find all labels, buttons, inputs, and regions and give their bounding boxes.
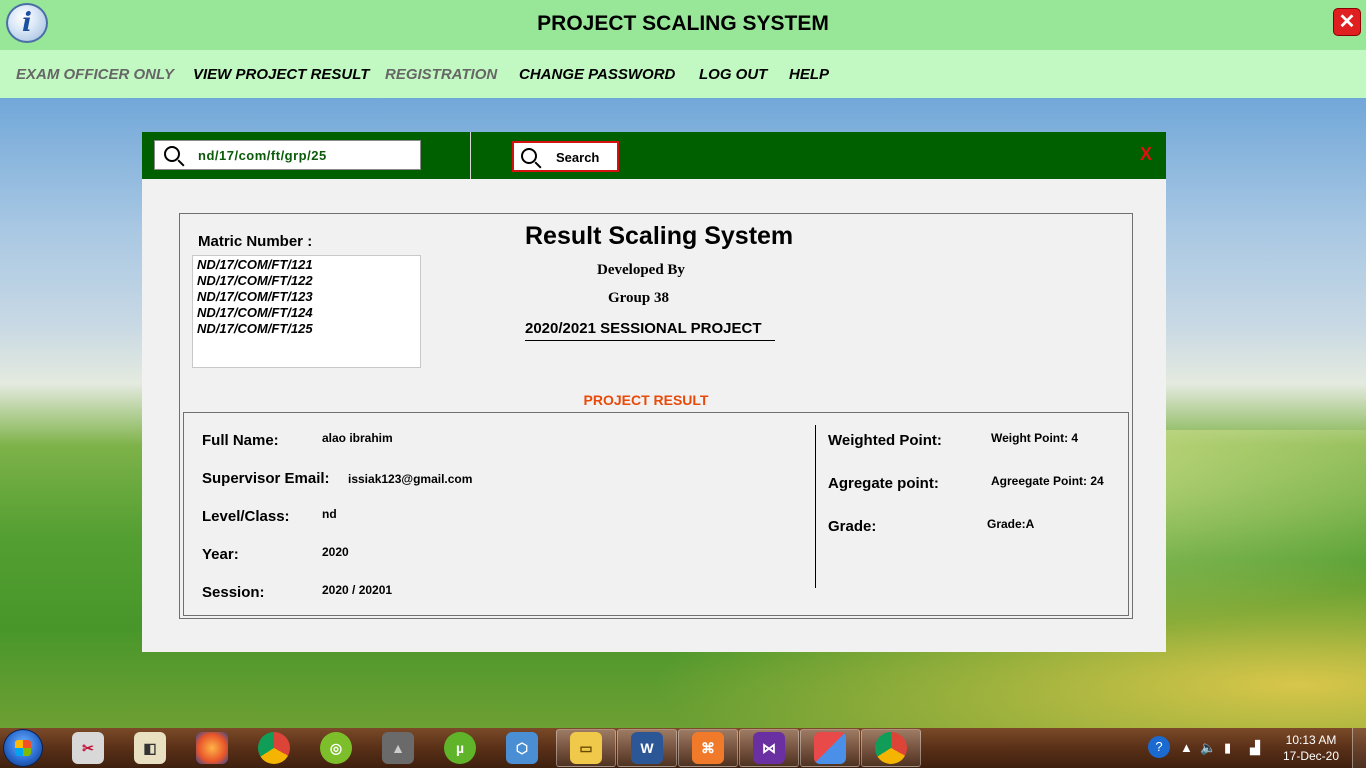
visual-studio-icon: ⋈	[753, 732, 785, 764]
project-result-heading: PROJECT RESULT	[583, 392, 709, 408]
session-value: 2020 / 20201	[322, 583, 393, 597]
search-button[interactable]: Search	[512, 141, 619, 172]
network-icon[interactable]: ▟	[1250, 740, 1260, 756]
word-icon: W	[631, 732, 663, 764]
snipping-tool-icon[interactable]: ✂	[72, 732, 104, 764]
menu-exam-officer-only[interactable]: EXAM OFFICER ONLY	[16, 66, 174, 83]
weighted-point-label: Weighted Point:	[828, 432, 942, 449]
level-class-label: Level/Class:	[202, 508, 290, 525]
start-button[interactable]	[3, 729, 43, 767]
year-label: Year:	[202, 546, 239, 563]
close-panel-button[interactable]: X	[1140, 144, 1152, 165]
list-item[interactable]: ND/17/COM/FT/122	[197, 273, 416, 289]
year-value: 2020	[322, 545, 349, 559]
grade-label: Grade:	[828, 518, 877, 535]
list-item[interactable]: ND/17/COM/FT/121	[197, 257, 416, 273]
developed-by-label: Developed By	[597, 262, 685, 278]
taskbar-control-panel-button[interactable]	[800, 729, 860, 767]
menu-change-password[interactable]: CHANGE PASSWORD	[519, 66, 675, 83]
system-title: Result Scaling System	[525, 222, 794, 250]
supervisor-email-label: Supervisor Email:	[202, 470, 330, 487]
taskbar-explorer-button[interactable]: ▭	[556, 729, 616, 767]
aggregate-point-label: Agregate point:	[828, 475, 939, 492]
matric-number-list[interactable]: ND/17/COM/FT/121 ND/17/COM/FT/122 ND/17/…	[192, 255, 421, 368]
power-icon[interactable]: ▮	[1224, 740, 1231, 756]
clock-date[interactable]: 17-Dec-20	[1281, 749, 1341, 763]
session-label: Session:	[202, 584, 265, 601]
show-hidden-icons-icon[interactable]: ▲	[1180, 740, 1193, 755]
menu-registration[interactable]: REGISTRATION	[385, 66, 497, 83]
grade-value: Grade:A	[987, 517, 1035, 531]
list-item[interactable]: ND/17/COM/FT/123	[197, 289, 416, 305]
volume-icon[interactable]: 🔈	[1200, 740, 1216, 756]
virtualbox-icon[interactable]: ⬡	[506, 732, 538, 764]
close-app-button[interactable]: ✕	[1333, 8, 1361, 36]
app-title: PROJECT SCALING SYSTEM	[537, 12, 829, 35]
search-icon	[521, 148, 537, 164]
xampp-icon: ⌘	[692, 732, 724, 764]
search-button-label: Search	[556, 150, 600, 165]
show-desktop-button[interactable]	[1352, 728, 1366, 768]
title-bar: i PROJECT SCALING SYSTEM ✕	[0, 0, 1366, 50]
weighted-point-value: Weight Point: 4	[991, 431, 1079, 445]
taskbar-visual-studio-button[interactable]: ⋈	[739, 729, 799, 767]
firefox-icon[interactable]	[196, 732, 228, 764]
level-class-value: nd	[322, 507, 337, 521]
clock-time[interactable]: 10:13 AM	[1281, 733, 1341, 747]
folder-icon: ▭	[570, 732, 602, 764]
taskbar-xampp-button[interactable]: ⌘	[678, 729, 738, 767]
search-input[interactable]: nd/17/com/ft/grp/25	[154, 140, 421, 170]
list-item[interactable]: ND/17/COM/FT/124	[197, 305, 416, 321]
inkscape-icon[interactable]: ▲	[382, 732, 414, 764]
full-name-value: alao ibrahim	[322, 431, 393, 445]
full-name-label: Full Name:	[202, 432, 279, 449]
search-icon	[164, 146, 180, 162]
control-panel-icon	[814, 732, 846, 764]
supervisor-email-value: issiak123@gmail.com	[348, 472, 473, 486]
menu-help[interactable]: HELP	[789, 66, 829, 83]
search-divider	[470, 132, 471, 179]
taskbar-chrome-button[interactable]	[861, 729, 921, 767]
session-project-label: 2020/2021 SESSIONAL PROJECT	[525, 320, 775, 341]
matric-number-label: Matric Number :	[198, 233, 313, 250]
search-bar: nd/17/com/ft/grp/25 Search X	[142, 132, 1166, 179]
result-panel: nd/17/com/ft/grp/25 Search X Matric Numb…	[142, 132, 1166, 652]
chrome-icon	[875, 732, 907, 764]
chrome-icon[interactable]	[258, 732, 290, 764]
result-column-divider	[815, 425, 816, 588]
system-tool-icon[interactable]: ◧	[134, 732, 166, 764]
menu-log-out[interactable]: LOG OUT	[699, 66, 767, 83]
group-label: Group 38	[608, 290, 669, 306]
aggregate-point-value: Agreegate Point: 24	[991, 474, 1104, 488]
utorrent-icon[interactable]: µ	[444, 732, 476, 764]
help-tray-icon[interactable]: ?	[1148, 736, 1170, 758]
taskbar-word-button[interactable]: W	[617, 729, 677, 767]
chameleon-icon[interactable]: ◎	[320, 732, 352, 764]
menu-view-project-result[interactable]: VIEW PROJECT RESULT	[193, 66, 369, 83]
taskbar: ✂ ◧ ◎ ▲ µ ⬡ ▭ W ⌘ ⋈ ? ▲ 🔈 ▮ ▟ 10:13 AM 1…	[0, 728, 1366, 768]
search-input-value: nd/17/com/ft/grp/25	[198, 148, 327, 163]
list-item[interactable]: ND/17/COM/FT/125	[197, 321, 416, 337]
menu-bar: EXAM OFFICER ONLY VIEW PROJECT RESULT RE…	[0, 50, 1366, 98]
